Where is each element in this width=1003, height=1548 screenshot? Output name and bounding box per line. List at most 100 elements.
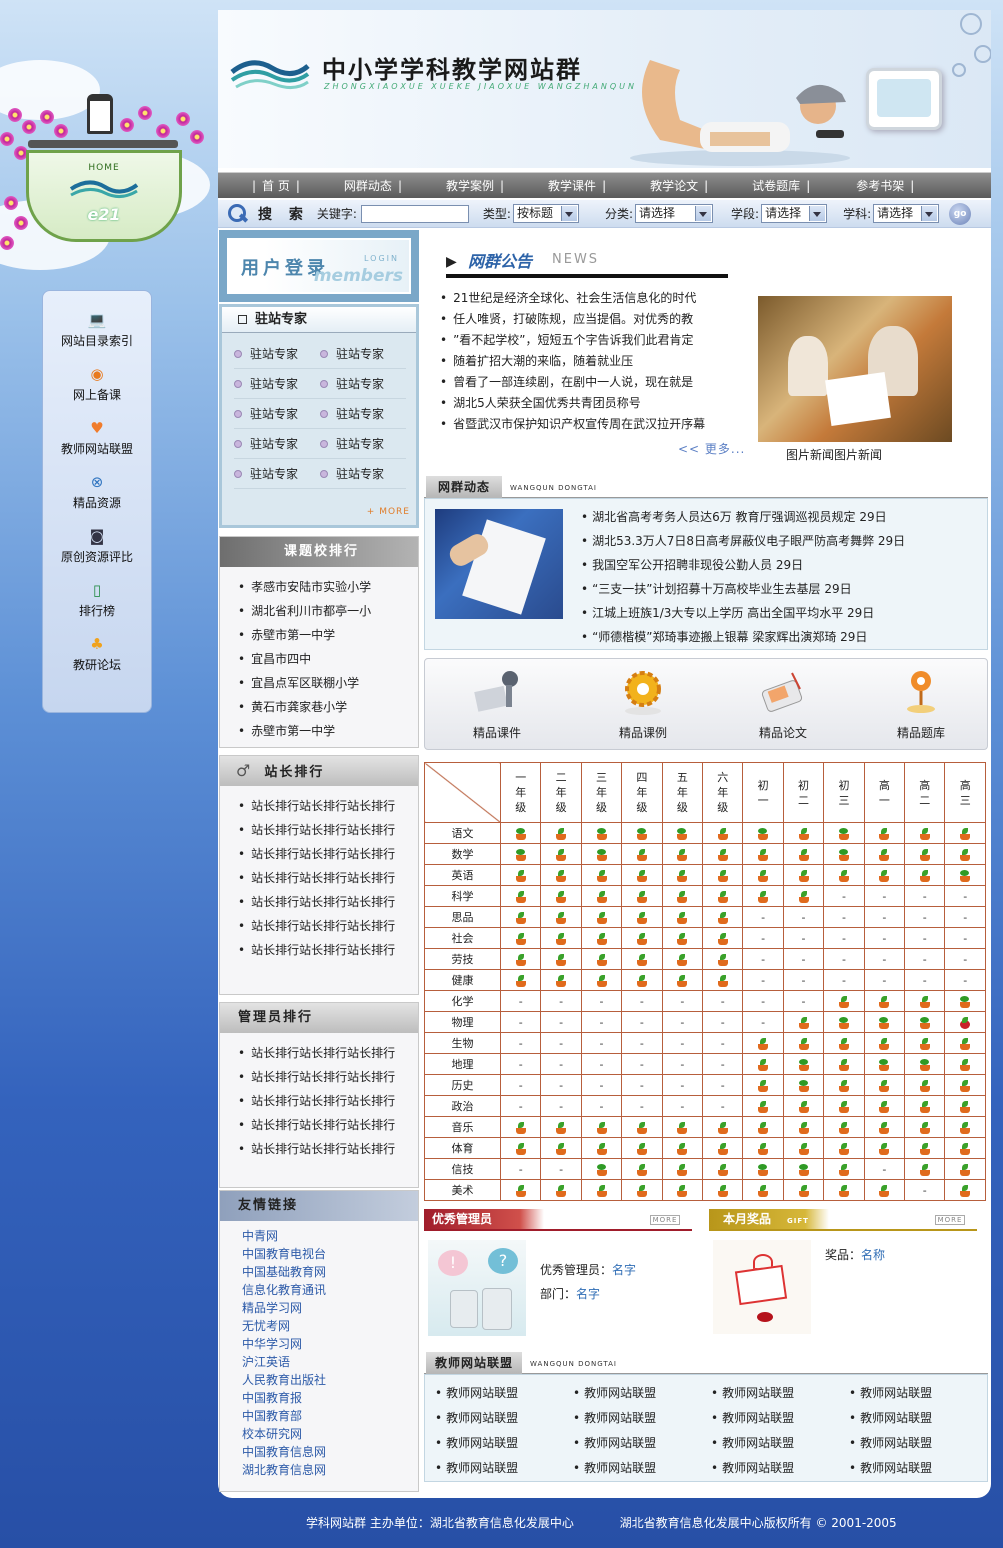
resource-cell[interactable] xyxy=(823,1095,865,1117)
resource-cell[interactable] xyxy=(823,864,865,886)
resource-cell[interactable] xyxy=(782,1011,825,1033)
managers-more-button[interactable]: MORE xyxy=(650,1215,680,1225)
union-item[interactable]: 教师网站联盟 xyxy=(573,1381,711,1405)
resource-cell[interactable] xyxy=(742,1179,784,1201)
resource-cell[interactable] xyxy=(782,1179,825,1201)
friend-link[interactable]: 中国基础教育网 xyxy=(242,1263,418,1281)
subject-cell[interactable]: 科学 xyxy=(424,885,501,907)
resource-cell[interactable] xyxy=(499,864,542,886)
resource-cell[interactable] xyxy=(580,948,623,970)
dynamics-item[interactable]: 我国空军公开招聘非现役公勤人员 29日 xyxy=(581,553,905,577)
resource-cell[interactable] xyxy=(499,906,542,928)
union-item[interactable]: 教师网站联盟 xyxy=(849,1381,987,1405)
resource-cell[interactable] xyxy=(863,1179,906,1201)
resource-cell[interactable] xyxy=(540,969,582,991)
resource-cell[interactable] xyxy=(499,927,542,949)
resource-cell[interactable] xyxy=(742,864,784,886)
resource-cell[interactable] xyxy=(782,885,825,907)
home-sign[interactable]: HOME e21 xyxy=(26,150,182,242)
resource-cell[interactable] xyxy=(621,1158,663,1180)
resource-cell[interactable] xyxy=(540,1179,582,1201)
friend-link[interactable]: 人民教育出版社 xyxy=(242,1371,418,1389)
resource-cell[interactable] xyxy=(904,1053,946,1075)
resource-cell[interactable] xyxy=(540,843,582,865)
resource-cell[interactable] xyxy=(499,822,542,844)
top-nav-item-home[interactable]: 首 页 xyxy=(256,177,296,194)
resource-cell[interactable] xyxy=(580,927,623,949)
resource-cell[interactable] xyxy=(782,864,825,886)
subject-cell[interactable]: 地理 xyxy=(424,1053,501,1075)
admin-rank-item[interactable]: 站长排行站长排行站长排行 xyxy=(238,1137,418,1161)
master-rank-item[interactable]: 站长排行站长排行站长排行 xyxy=(238,818,418,842)
union-item[interactable]: 教师网站联盟 xyxy=(573,1406,711,1430)
resource-cell[interactable] xyxy=(944,1053,986,1075)
resource-cell[interactable] xyxy=(863,843,906,865)
resource-cell[interactable] xyxy=(904,1011,946,1033)
admin-rank-item[interactable]: 站长排行站长排行站长排行 xyxy=(238,1089,418,1113)
dynamics-item[interactable]: “三支一扶”计划招募十万高校毕业生去基层 29日 xyxy=(581,577,905,601)
subject-cell[interactable]: 语文 xyxy=(424,822,501,844)
resource-cell[interactable] xyxy=(499,843,542,865)
resource-cell[interactable] xyxy=(702,885,744,907)
feature-paper[interactable]: 精品论文 xyxy=(723,659,843,741)
resource-cell[interactable] xyxy=(904,843,946,865)
subject-cell[interactable]: 音乐 xyxy=(424,1116,501,1138)
resource-cell[interactable] xyxy=(621,906,663,928)
resource-cell[interactable] xyxy=(782,1095,825,1117)
resource-cell[interactable] xyxy=(863,1032,906,1054)
union-item[interactable]: 教师网站联盟 xyxy=(849,1406,987,1430)
resource-cell[interactable] xyxy=(661,927,704,949)
resource-cell[interactable] xyxy=(944,822,986,844)
stage-select[interactable]: 请选择 xyxy=(761,204,828,223)
resource-cell[interactable] xyxy=(661,864,704,886)
resource-cell[interactable] xyxy=(702,927,744,949)
resource-cell[interactable] xyxy=(540,948,582,970)
resource-cell[interactable] xyxy=(621,948,663,970)
union-item[interactable]: 教师网站联盟 xyxy=(435,1456,573,1480)
resource-cell[interactable] xyxy=(499,885,542,907)
union-item[interactable]: 教师网站联盟 xyxy=(435,1381,573,1405)
resource-cell[interactable] xyxy=(661,822,704,844)
top-nav-item-exams[interactable]: 试卷题库 xyxy=(746,177,806,194)
subject-cell[interactable]: 历史 xyxy=(424,1074,501,1096)
resource-cell[interactable] xyxy=(782,1074,825,1096)
resource-cell[interactable] xyxy=(944,1179,986,1201)
expert-item[interactable]: 驻站专家 xyxy=(234,435,320,452)
resource-cell[interactable] xyxy=(661,843,704,865)
resource-cell[interactable] xyxy=(499,969,542,991)
resource-cell[interactable] xyxy=(782,822,825,844)
resource-cell[interactable] xyxy=(702,948,744,970)
resource-cell[interactable] xyxy=(904,822,946,844)
union-item[interactable]: 教师网站联盟 xyxy=(849,1431,987,1455)
gift-value-link[interactable]: 名称 xyxy=(861,1248,885,1262)
resource-cell[interactable] xyxy=(540,822,582,844)
resource-cell[interactable] xyxy=(702,822,744,844)
school-rank-item[interactable]: 宜昌市四中 xyxy=(238,647,418,671)
news-more-link[interactable]: << 更多... xyxy=(678,440,745,457)
resource-cell[interactable] xyxy=(863,864,906,886)
login-box[interactable]: 用户登录 LOGIN members xyxy=(219,230,419,302)
resource-cell[interactable] xyxy=(702,864,744,886)
resource-cell[interactable] xyxy=(621,1137,663,1159)
resource-cell[interactable] xyxy=(904,1032,946,1054)
resource-cell[interactable] xyxy=(580,822,623,844)
resource-cell[interactable] xyxy=(863,822,906,844)
resource-cell[interactable] xyxy=(904,1116,946,1138)
resource-cell[interactable] xyxy=(742,1074,784,1096)
school-rank-item[interactable]: 赤壁市第一中学 xyxy=(238,623,418,647)
resource-cell[interactable] xyxy=(580,1137,623,1159)
news-item[interactable]: ”看不起学校”，短短五个字告诉我们此君肯定 xyxy=(440,330,705,351)
subject-cell[interactable]: 数学 xyxy=(424,843,501,865)
resource-cell[interactable] xyxy=(661,1137,704,1159)
resource-cell[interactable] xyxy=(823,1011,865,1033)
friend-link[interactable]: 中国教育报 xyxy=(242,1389,418,1407)
resource-cell[interactable] xyxy=(540,927,582,949)
resource-cell[interactable] xyxy=(904,1158,946,1180)
resource-cell[interactable] xyxy=(580,1116,623,1138)
resource-cell[interactable] xyxy=(782,843,825,865)
resource-cell[interactable] xyxy=(580,1179,623,1201)
friend-link[interactable]: 精品学习网 xyxy=(242,1299,418,1317)
resource-cell[interactable] xyxy=(661,969,704,991)
top-nav-item-books[interactable]: 参考书架 xyxy=(850,177,910,194)
master-rank-item[interactable]: 站长排行站长排行站长排行 xyxy=(238,794,418,818)
